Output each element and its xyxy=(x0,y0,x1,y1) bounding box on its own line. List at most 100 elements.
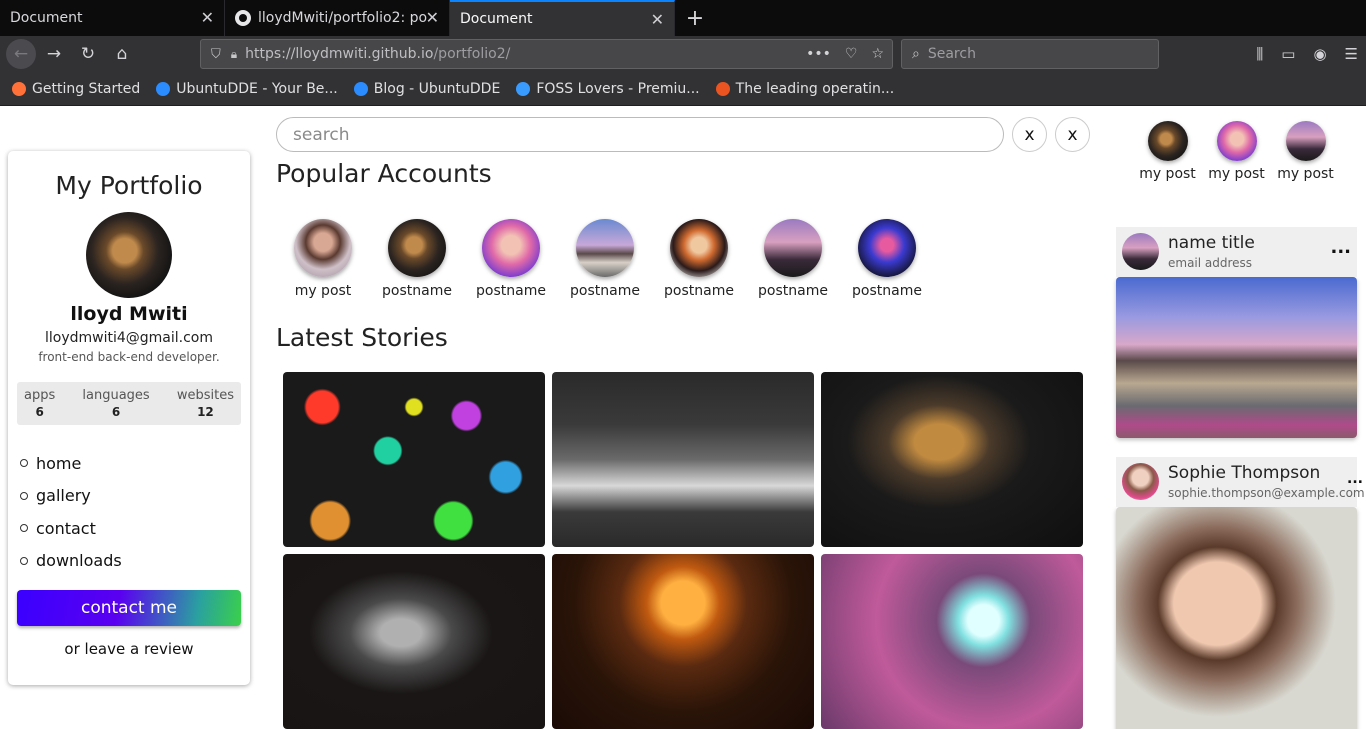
profile-menu: home gallery contact downloads xyxy=(20,447,240,577)
account-icon[interactable]: ◉ xyxy=(1313,45,1326,63)
tab-document-1[interactable]: Document ✕ xyxy=(0,0,225,36)
story-tile[interactable] xyxy=(552,372,814,547)
url-host: https://lloydmwiti.github.io xyxy=(245,46,434,62)
story-tile[interactable] xyxy=(283,554,545,729)
forward-arrow-icon[interactable]: → xyxy=(38,38,70,70)
post-card: Sophie Thompson sophie.thompson@example.… xyxy=(1116,457,1365,729)
profile-name: lloyd Mwiti xyxy=(70,303,188,325)
mini-post-item[interactable]: my post xyxy=(1271,121,1340,182)
mini-post-item[interactable]: my post xyxy=(1202,121,1271,182)
story-tile[interactable] xyxy=(283,372,545,547)
menu-item-gallery[interactable]: gallery xyxy=(20,480,240,513)
address-bar[interactable]: ⛉ 🔒︎ https://lloydmwiti.github.io/portfo… xyxy=(200,39,893,69)
menu-item-home[interactable]: home xyxy=(20,447,240,480)
stat-apps: apps 6 xyxy=(24,388,55,425)
post-avatar xyxy=(1122,463,1159,500)
post-image[interactable] xyxy=(1116,507,1357,729)
account-avatar xyxy=(670,219,728,277)
bookmark-getting-started[interactable]: Getting Started xyxy=(12,81,140,97)
post-image[interactable] xyxy=(1116,277,1357,438)
close-icon[interactable]: ✕ xyxy=(426,8,439,27)
clear-button-1[interactable]: x xyxy=(1012,117,1047,152)
more-options-icon[interactable]: ... xyxy=(1330,237,1351,258)
bookmark-label: FOSS Lovers - Premiu... xyxy=(536,80,700,97)
account-item[interactable]: postname xyxy=(840,219,934,299)
circle-bullet-icon xyxy=(20,491,28,500)
account-avatar xyxy=(764,219,822,277)
bookmark-ubuntu[interactable]: The leading operatin... xyxy=(715,81,894,97)
profile-email: lloydmwiti4@gmail.com xyxy=(44,330,213,346)
account-avatar xyxy=(482,219,540,277)
stat-label: websites xyxy=(176,388,234,403)
bookmark-blog-ubuntudde[interactable]: Blog - UbuntuDDE xyxy=(353,81,500,97)
page-actions-icon[interactable]: ••• xyxy=(806,46,831,62)
post-email: sophie.thompson@example.com xyxy=(1168,486,1365,500)
stat-value: 6 xyxy=(111,405,121,419)
bookmark-foss-lovers[interactable]: FOSS Lovers - Premiu... xyxy=(516,80,700,97)
lock-icon[interactable]: 🔒︎ xyxy=(231,47,237,62)
post-avatar xyxy=(1122,233,1159,270)
reload-icon[interactable]: ↻ xyxy=(72,38,104,70)
mini-post-avatar xyxy=(1216,121,1257,161)
circle-bullet-icon xyxy=(20,459,28,468)
web-page: My Portfolio lloyd Mwiti lloydmwiti4@gma… xyxy=(0,107,1366,729)
menu-icon[interactable]: ☰ xyxy=(1345,45,1358,63)
contact-me-button[interactable]: contact me xyxy=(17,590,241,626)
more-options-icon[interactable]: ... xyxy=(1347,471,1363,487)
menu-item-downloads[interactable]: downloads xyxy=(20,545,240,578)
url-path: /portfolio2/ xyxy=(433,46,511,62)
search-input[interactable] xyxy=(276,117,1004,152)
close-icon[interactable]: ✕ xyxy=(651,10,664,29)
browser-search-field[interactable]: ⌕ Search xyxy=(901,39,1159,69)
circle-bullet-icon xyxy=(20,556,28,565)
mini-posts: my post my post my post xyxy=(1133,121,1340,182)
stat-label: apps xyxy=(24,388,56,403)
home-icon[interactable]: ⌂ xyxy=(106,38,138,70)
post-email: email address xyxy=(1168,256,1253,270)
post-header: name title email address ... xyxy=(1116,227,1357,277)
leave-review-link[interactable]: or leave a review xyxy=(8,640,250,658)
stories-grid xyxy=(283,372,1083,729)
tab-document-2[interactable]: Document ✕ xyxy=(450,0,675,36)
ubuntudde-icon xyxy=(353,81,368,96)
account-label: postname xyxy=(476,283,546,299)
account-avatar xyxy=(576,219,634,277)
account-item[interactable]: postname xyxy=(370,219,464,299)
popular-accounts-list: my post postname postname postname postn… xyxy=(276,219,934,299)
new-tab-icon[interactable]: + xyxy=(675,0,715,36)
stat-value: 12 xyxy=(197,405,214,419)
popular-accounts-title: Popular Accounts xyxy=(276,159,492,188)
account-label: postname xyxy=(570,283,640,299)
back-arrow-icon[interactable]: ← xyxy=(6,39,36,69)
shield-icon[interactable]: ⛉ xyxy=(211,47,221,62)
story-tile[interactable] xyxy=(552,554,814,729)
story-tile[interactable] xyxy=(821,372,1083,547)
account-item[interactable]: postname xyxy=(746,219,840,299)
clear-button-2[interactable]: x xyxy=(1055,117,1090,152)
menu-label: contact xyxy=(36,518,96,538)
bookmark-star-icon[interactable]: ☆ xyxy=(871,46,884,62)
account-item[interactable]: postname xyxy=(558,219,652,299)
tab-github[interactable]: lloydMwiti/portfolio2: po ✕ xyxy=(225,0,450,36)
stat-value: 6 xyxy=(35,405,44,419)
stat-websites: websites 12 xyxy=(177,388,234,425)
tab-title: Document xyxy=(10,10,83,26)
menu-item-contact[interactable]: contact xyxy=(20,512,240,545)
portfolio-title: My Portfolio xyxy=(55,171,203,200)
account-label: postname xyxy=(664,283,734,299)
bookmark-ubuntudde[interactable]: UbuntuDDE - Your Be... xyxy=(156,81,338,97)
sidebar-icon[interactable]: ▭ xyxy=(1281,45,1295,63)
account-item[interactable]: postname xyxy=(464,219,558,299)
close-icon[interactable]: ✕ xyxy=(201,8,214,27)
menu-label: home xyxy=(36,453,82,473)
pocket-icon[interactable]: ♡ xyxy=(845,46,858,62)
menu-label: gallery xyxy=(36,486,91,506)
circle-bullet-icon xyxy=(20,524,28,533)
library-icon[interactable]: ⫼ xyxy=(1256,45,1263,63)
account-item[interactable]: postname xyxy=(652,219,746,299)
mini-post-item[interactable]: my post xyxy=(1133,121,1202,182)
profile-card: My Portfolio lloyd Mwiti lloydmwiti4@gma… xyxy=(8,151,250,685)
bookmark-label: Getting Started xyxy=(32,80,141,97)
account-item[interactable]: my post xyxy=(276,219,370,299)
story-tile[interactable] xyxy=(821,554,1083,729)
